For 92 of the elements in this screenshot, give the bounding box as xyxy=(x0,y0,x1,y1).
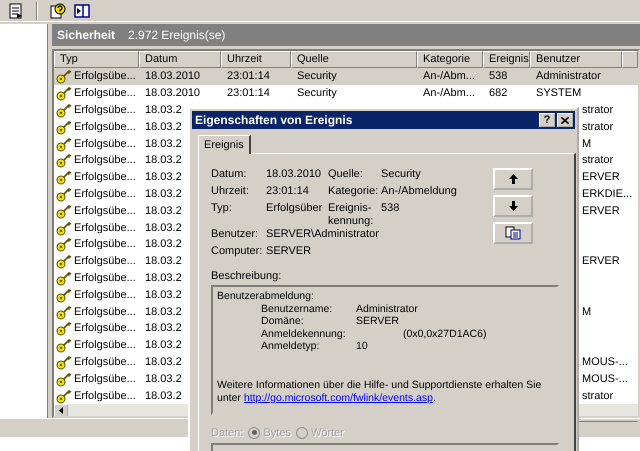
table-cell: Erfolgsübe... xyxy=(74,204,136,217)
table-cell: M xyxy=(582,138,592,150)
entry-label: Domäne: xyxy=(261,315,305,328)
entry-value: SERVER xyxy=(356,315,399,328)
field-label: Ereignis- kennung: xyxy=(328,202,374,228)
table-cell: 682 xyxy=(489,87,508,100)
table-cell: Erfolgsübe... xyxy=(74,390,136,402)
table-cell: 18.03.2 xyxy=(145,188,182,200)
field-value: SERVER xyxy=(266,245,312,258)
table-cell: Erfolgsübe... xyxy=(74,356,136,368)
field-label: Typ: xyxy=(211,202,233,215)
table-cell: Erfolgsübe... xyxy=(74,272,136,284)
description-heading: Benutzerabmeldung: xyxy=(217,290,315,303)
field-value: 23:01:14 xyxy=(266,185,310,198)
table-cell: MOUS-... xyxy=(582,372,628,385)
table-cell: 18.03.2 xyxy=(145,288,182,301)
table-cell: M xyxy=(582,306,592,318)
table-cell: Erfolgsübe... xyxy=(74,288,136,301)
table-cell: Erfolgsübe... xyxy=(74,154,136,166)
table-cell: 18.03.2 xyxy=(145,238,182,250)
field-value: Erfolgsüber xyxy=(266,202,324,215)
description-label: Beschreibung: xyxy=(211,270,282,282)
table-cell: strator xyxy=(582,104,614,116)
table-cell: 18.03.2 xyxy=(145,204,182,217)
field-value: Security xyxy=(381,168,422,181)
table-cell: Erfolgsübe... xyxy=(74,138,136,150)
table-cell: ERVER xyxy=(582,171,620,184)
table-cell: Erfolgsübe... xyxy=(74,104,136,116)
table-cell: 18.03.2 xyxy=(145,390,182,402)
field-label: Benutzer: xyxy=(211,228,260,241)
table-cell: Erfolgsübe... xyxy=(74,306,136,318)
table-cell: Erfolgsübe... xyxy=(74,171,136,184)
table-cell: 18.03.2 xyxy=(145,222,182,234)
table-cell: 18.03.2 xyxy=(145,171,182,184)
table-cell: ERVER xyxy=(582,255,620,268)
table-cell: 18.03.2 xyxy=(145,104,182,116)
field-value: An-/Abmeldung xyxy=(381,185,458,198)
table-cell: Erfolgsübe... xyxy=(74,120,136,133)
entry-value: (0x0,0x27D1AC6) xyxy=(403,328,486,340)
table-cell: 18.03.2 xyxy=(145,255,182,268)
info-text: Weitere Informationen über die Hilfe- und Supportdienste erhalten Sie unter http://go.microsoft.com/fwlink/events.asp. xyxy=(217,378,542,404)
table-cell: 18.03.2010 xyxy=(145,87,200,100)
table-cell: Administrator xyxy=(536,70,601,82)
table-cell: 18.03.2 xyxy=(145,272,182,284)
dialog-title: Eigenschaften von Ereignis xyxy=(195,113,354,127)
field-value: 18.03.2010 xyxy=(266,168,322,181)
table-cell: Erfolgsübe... xyxy=(74,222,136,234)
field-label: Quelle: xyxy=(328,168,364,181)
table-cell: 18.03.2 xyxy=(145,372,182,385)
entry-label: Anmeldetyp: xyxy=(261,340,320,353)
table-cell: Erfolgsübe... xyxy=(74,87,136,100)
table-cell: Erfolgsübe... xyxy=(74,339,136,352)
table-cell: 18.03.2 xyxy=(145,120,182,133)
table-cell: Security xyxy=(297,70,337,82)
field-label: Datum: xyxy=(211,168,248,181)
table-cell: strator xyxy=(582,120,614,133)
log-title: Sicherheit xyxy=(57,28,116,42)
entry-value: Administrator xyxy=(356,302,418,316)
field-label: Uhrzeit: xyxy=(211,185,250,198)
table-cell: 18.03.2 xyxy=(145,154,182,166)
table-cell: 18.03.2 xyxy=(145,339,182,352)
table-cell: 18.03.2 xyxy=(145,322,182,334)
table-cell: ERKDIE... xyxy=(582,188,632,200)
field-value: 538 xyxy=(381,202,400,215)
table-cell: Erfolgsübe... xyxy=(74,238,136,250)
table-cell: 23:01:14 xyxy=(227,70,270,82)
table-cell: 23:01:14 xyxy=(227,87,270,100)
field-label: Computer: xyxy=(211,245,264,258)
table-cell: An-/Abm... xyxy=(423,87,475,100)
table-cell: SYSTEM xyxy=(536,87,582,100)
entry-label: Benutzername: xyxy=(261,302,334,316)
field-label: Kategorie: xyxy=(328,185,380,198)
table-cell: 18.03.2 xyxy=(145,138,182,150)
table-cell: 18.03.2010 xyxy=(145,70,200,82)
table-cell: Security xyxy=(297,87,337,100)
entry-label: Anmeldekennung: xyxy=(261,328,347,340)
table-cell: strator xyxy=(582,154,614,166)
table-cell: Erfolgsübe... xyxy=(74,188,136,200)
table-cell: Erfolgsübe... xyxy=(74,322,136,334)
field-value: SERVER\Administrator xyxy=(266,228,380,241)
event-count: 2.972 Ereignis(se) xyxy=(128,28,226,42)
table-cell: Erfolgsübe... xyxy=(74,372,136,385)
table-cell: 538 xyxy=(489,70,508,82)
table-cell: An-/Abm... xyxy=(423,70,475,82)
table-cell: 18.03.2 xyxy=(145,306,182,318)
table-cell: 18.03.2 xyxy=(145,356,182,368)
table-cell: Erfolgsübe... xyxy=(74,255,136,268)
table-cell: MOUS-... xyxy=(582,356,628,368)
table-cell: strator xyxy=(582,390,614,402)
entry-value: 10 xyxy=(356,340,368,353)
table-cell: ERVER xyxy=(582,204,620,217)
table-cell: Erfolgsübe... xyxy=(74,70,136,82)
